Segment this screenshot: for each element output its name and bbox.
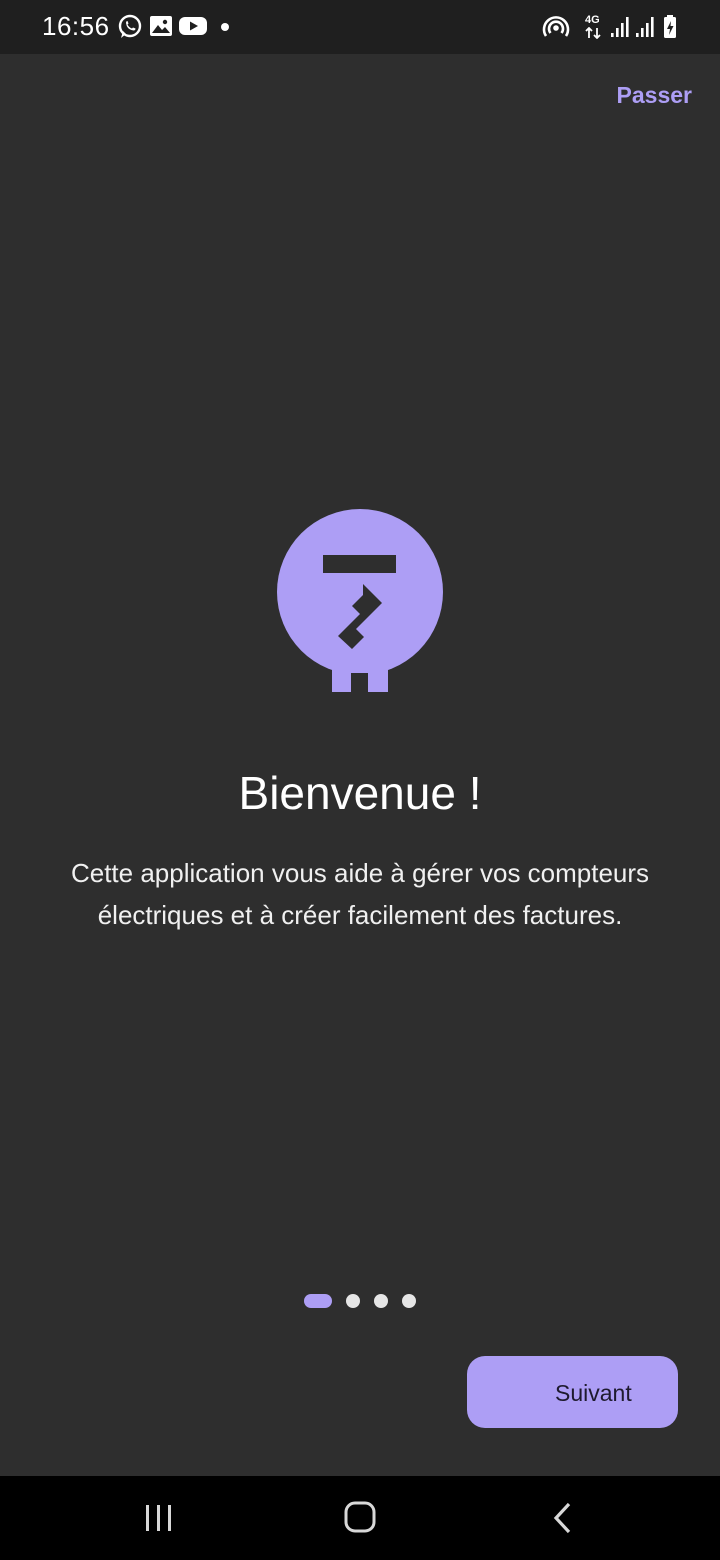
4g-data-icon: 4G (584, 14, 606, 40)
notification-dot-icon (221, 23, 229, 31)
signal-icon (611, 17, 629, 37)
page-dot-active[interactable] (304, 1294, 332, 1308)
skip-button[interactable]: Passer (617, 82, 692, 109)
battery-charging-icon (664, 15, 676, 38)
onboarding-title: Bienvenue ! (238, 767, 482, 819)
signal-icon (636, 17, 654, 37)
home-icon[interactable] (330, 1494, 390, 1542)
recent-apps-icon[interactable] (128, 1494, 188, 1542)
back-icon[interactable] (532, 1494, 592, 1542)
onboarding-description: Cette application vous aide à gérer vos … (70, 858, 650, 930)
page-dot[interactable] (402, 1294, 416, 1308)
youtube-icon (179, 17, 207, 35)
electric-meter-icon (277, 509, 443, 694)
network-type-label: 4G (585, 14, 600, 26)
status-time: 16:56 (42, 11, 110, 41)
page-dot[interactable] (346, 1294, 360, 1308)
next-button-label: Suivant (555, 1380, 632, 1406)
page-dot[interactable] (374, 1294, 388, 1308)
gallery-icon (150, 16, 172, 36)
whatsapp-icon (118, 14, 142, 38)
status-bar: 16:56 4G (0, 0, 720, 54)
next-button[interactable]: Suivant (467, 1356, 678, 1428)
hotspot-icon (542, 16, 570, 37)
page-indicator (0, 1292, 720, 1310)
system-nav-bar (0, 1476, 720, 1560)
